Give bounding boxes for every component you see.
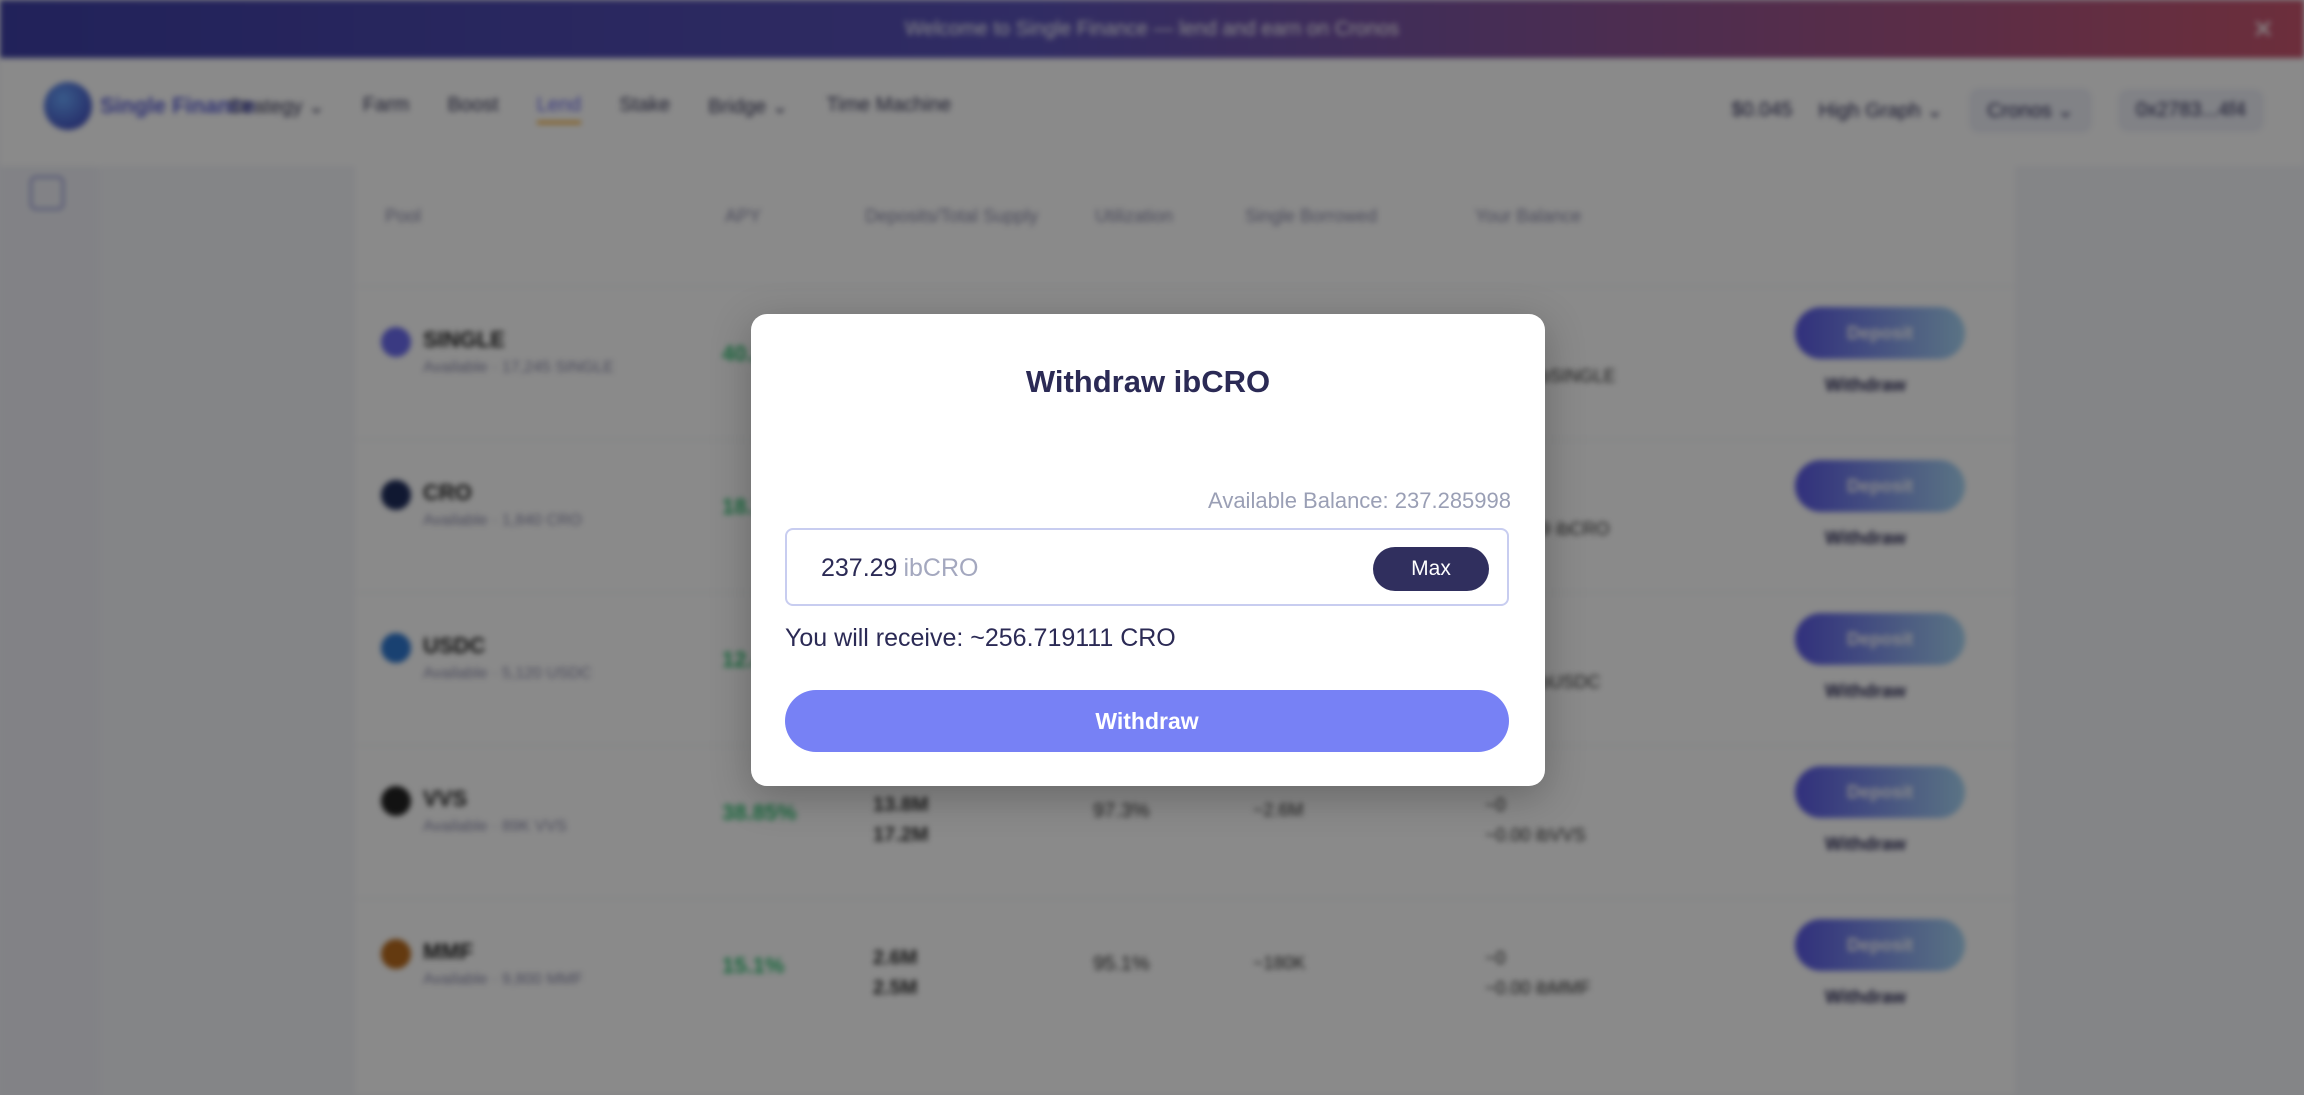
- amount-input[interactable]: 237.29 ibCRO Max: [785, 528, 1509, 606]
- amount-value: 237.29: [821, 554, 898, 582]
- modal-title: Withdraw ibCRO: [1025, 364, 1271, 399]
- available-balance: Available Balance: 237.285998: [1208, 488, 1511, 513]
- amount-unit: ibCRO: [903, 554, 979, 582]
- withdraw-button[interactable]: Withdraw: [785, 690, 1509, 752]
- receive-estimate: You will receive: ~256.719111 CRO: [785, 624, 1176, 652]
- withdraw-modal: Withdraw ibCRO Available Balance: 237.28…: [751, 314, 1545, 786]
- max-button[interactable]: Max: [1373, 547, 1489, 591]
